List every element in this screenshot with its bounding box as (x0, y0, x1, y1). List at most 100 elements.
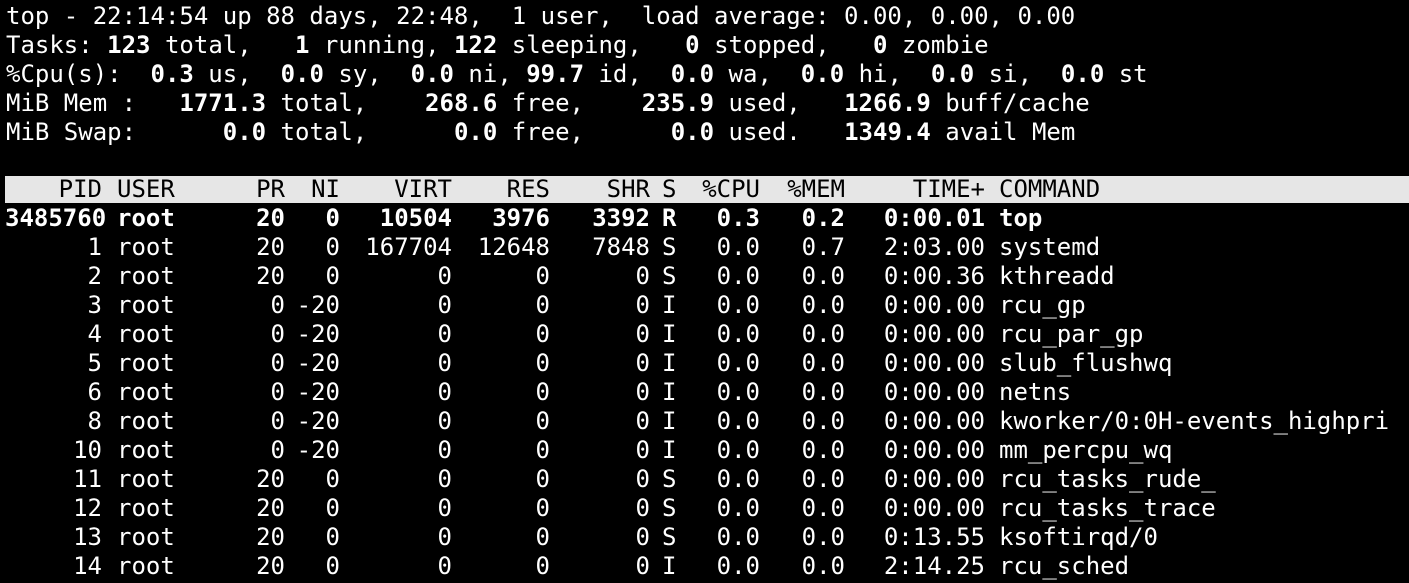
process-command: slub_flushwq (999, 349, 1173, 377)
column-header-cpu[interactable]: %CPU (685, 176, 760, 203)
column-header-mem[interactable]: %MEM (770, 176, 845, 203)
process-command: top (999, 204, 1043, 232)
process-command: systemd (999, 233, 1101, 261)
process-cpu: 0.0 (716, 262, 760, 290)
process-nice: 0 (325, 262, 340, 290)
process-nice: -20 (296, 378, 340, 406)
swap-free-label: free, (497, 118, 671, 146)
process-user: root (117, 407, 175, 435)
tasks-label: Tasks: (6, 31, 108, 59)
process-virt: 10504 (379, 204, 452, 232)
process-res: 0 (535, 378, 550, 406)
process-mem: 0.0 (801, 291, 845, 319)
column-header-virt[interactable]: VIRT (355, 176, 452, 203)
cpu-line: %Cpu(s): 0.3 us, 0.0 sy, 0.0 ni, 99.7 id… (6, 60, 1148, 89)
process-command: ksoftirqd/0 (999, 523, 1158, 551)
process-virt: 167704 (365, 233, 452, 261)
cpu-label: %Cpu(s): (6, 60, 151, 88)
column-header-pr[interactable]: PR (235, 176, 285, 203)
process-nice: -20 (296, 349, 340, 377)
process-command: rcu_gp (999, 291, 1086, 319)
process-virt: 0 (437, 436, 452, 464)
swap-used-label: used. (714, 118, 845, 146)
process-row[interactable]: 11 root 20 0 0 0 0 S 0.0 0.0 0:00.00 rcu_tasks_rude… (5, 465, 1409, 494)
process-mem: 0.0 (801, 378, 845, 406)
column-header-ni[interactable]: NI (290, 176, 340, 203)
process-row[interactable]: 4 root 0 -20 0 0 0 I 0.0 0.0 0:00.00 rcu_par_gp (5, 320, 1409, 349)
cpu-si-value: 0.0 (930, 60, 975, 88)
process-row[interactable]: 2 root 20 0 0 0 0 S 0.0 0.0 0:00.36 kthreadd (5, 262, 1409, 291)
process-time: 0:00.00 (883, 436, 985, 464)
process-shr: 0 (635, 291, 650, 319)
process-mem: 0.2 (801, 204, 845, 232)
process-row[interactable]: 13 root 20 0 0 0 0 S 0.0 0.0 0:13.55 ksoftirqd/0 (5, 523, 1409, 552)
process-pid: 12 (73, 494, 102, 522)
process-row[interactable]: 3 root 0 -20 0 0 0 I 0.0 0.0 0:00.00 rcu_gp (5, 291, 1409, 320)
mem-total-value: 1771.3 (179, 89, 267, 117)
column-header-state[interactable]: S (662, 176, 682, 203)
process-shr: 7848 (592, 233, 650, 261)
process-state: I (662, 349, 677, 377)
process-virt: 0 (437, 494, 452, 522)
process-priority: 0 (270, 436, 285, 464)
process-virt: 0 (437, 291, 452, 319)
cpu-st-label: st (1104, 60, 1148, 88)
swap-used-value: 0.0 (670, 118, 715, 146)
column-header-command[interactable]: COMMAND (999, 176, 1299, 203)
process-row[interactable]: 14 root 20 0 0 0 0 I 0.0 0.0 2:14.25 rcu_sched (5, 552, 1409, 581)
process-row[interactable]: 3485760 root 20 0 10504 3976 3392 R 0.3 0.2 0:00.0… (5, 204, 1409, 233)
process-shr: 0 (635, 552, 650, 580)
process-shr: 0 (635, 349, 650, 377)
cpu-si-label: si, (974, 60, 1061, 88)
column-header-shr[interactable]: SHR (555, 176, 650, 203)
process-priority: 20 (256, 233, 285, 261)
column-header-time[interactable]: TIME+ (865, 176, 985, 203)
column-header-pid[interactable]: PID (5, 176, 102, 203)
process-user: root (117, 204, 175, 232)
process-pid: 10 (73, 436, 102, 464)
column-header-res[interactable]: RES (455, 176, 550, 203)
process-priority: 0 (270, 349, 285, 377)
process-command: kthreadd (999, 262, 1115, 290)
process-pid: 3485760 (5, 204, 107, 232)
mem-used-value: 235.9 (641, 89, 715, 117)
process-shr: 0 (635, 407, 650, 435)
process-res: 0 (535, 523, 550, 551)
process-cpu: 0.3 (716, 204, 760, 232)
process-time: 0:00.00 (883, 320, 985, 348)
process-row[interactable]: 5 root 0 -20 0 0 0 I 0.0 0.0 0:00.00 slub_flushwq (5, 349, 1409, 378)
process-virt: 0 (437, 407, 452, 435)
process-command: netns (999, 378, 1072, 406)
process-mem: 0.0 (801, 465, 845, 493)
cpu-id-label: id, (584, 60, 671, 88)
process-time: 0:00.01 (883, 204, 985, 232)
process-res: 0 (535, 262, 550, 290)
process-nice: 0 (325, 465, 340, 493)
process-time: 0:00.00 (883, 349, 985, 377)
cpu-us-label: us, (193, 60, 281, 88)
uptime-line: top - 22:14:54 up 88 days, 22:48, 1 user… (6, 2, 1075, 31)
process-priority: 0 (270, 291, 285, 319)
process-pid: 3 (87, 291, 102, 319)
process-user: root (117, 233, 175, 261)
process-cpu: 0.0 (716, 523, 760, 551)
process-row[interactable]: 8 root 0 -20 0 0 0 I 0.0 0.0 0:00.00 kworker/0:0H-e… (5, 407, 1409, 436)
process-time: 0:13.55 (883, 523, 985, 551)
column-header-user[interactable]: USER (117, 176, 177, 203)
process-pid: 1 (87, 233, 102, 261)
process-pid: 11 (73, 465, 102, 493)
process-shr: 3392 (592, 204, 650, 232)
terminal-window[interactable]: top - 22:14:54 up 88 days, 22:48, 1 user… (0, 0, 1409, 583)
process-state: S (662, 465, 677, 493)
process-cpu: 0.0 (716, 465, 760, 493)
tasks-line: Tasks: 123 total, 1 running, 122 sleepin… (6, 31, 989, 60)
process-shr: 0 (635, 378, 650, 406)
process-row[interactable]: 12 root 20 0 0 0 0 S 0.0 0.0 0:00.00 rcu_tasks_trac… (5, 494, 1409, 523)
process-cpu: 0.0 (716, 552, 760, 580)
process-res: 0 (535, 320, 550, 348)
process-row[interactable]: 6 root 0 -20 0 0 0 I 0.0 0.0 0:00.00 netns (5, 378, 1409, 407)
tasks-running-value: 1 (295, 31, 310, 59)
process-row[interactable]: 1 root 20 0 167704 12648 7848 S 0.0 0.7 2:03.00 sys… (5, 233, 1409, 262)
process-row[interactable]: 10 root 0 -20 0 0 0 I 0.0 0.0 0:00.00 mm_percpu_wq (5, 436, 1409, 465)
process-nice: -20 (296, 320, 340, 348)
